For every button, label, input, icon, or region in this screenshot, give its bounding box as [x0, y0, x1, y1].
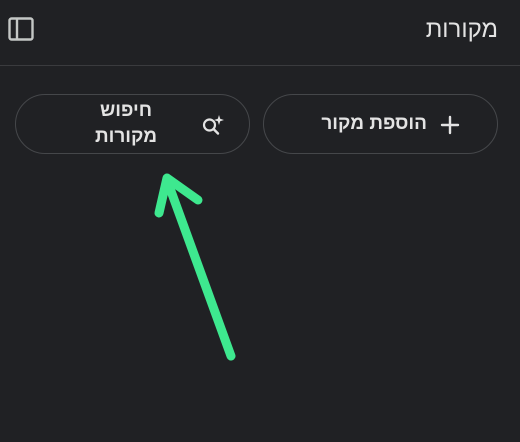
panel-title: מקורות	[425, 16, 498, 43]
sidebar-panel-icon	[8, 17, 34, 41]
add-source-button[interactable]: הוספת מקור	[263, 94, 498, 154]
panel-header: מקורות	[0, 0, 520, 66]
sparkle-search-icon	[202, 115, 224, 135]
annotation-arrow	[154, 173, 236, 361]
collapse-panel-button[interactable]	[4, 12, 38, 46]
search-sources-button[interactable]: חיפוש מקורות	[15, 94, 250, 154]
add-source-label: הוספת מקור	[321, 113, 427, 134]
sources-panel: מקורות הוספת מקור חיפוש מקורות	[0, 0, 520, 442]
plus-icon	[440, 115, 460, 135]
search-sources-label: חיפוש מקורות	[94, 100, 158, 147]
